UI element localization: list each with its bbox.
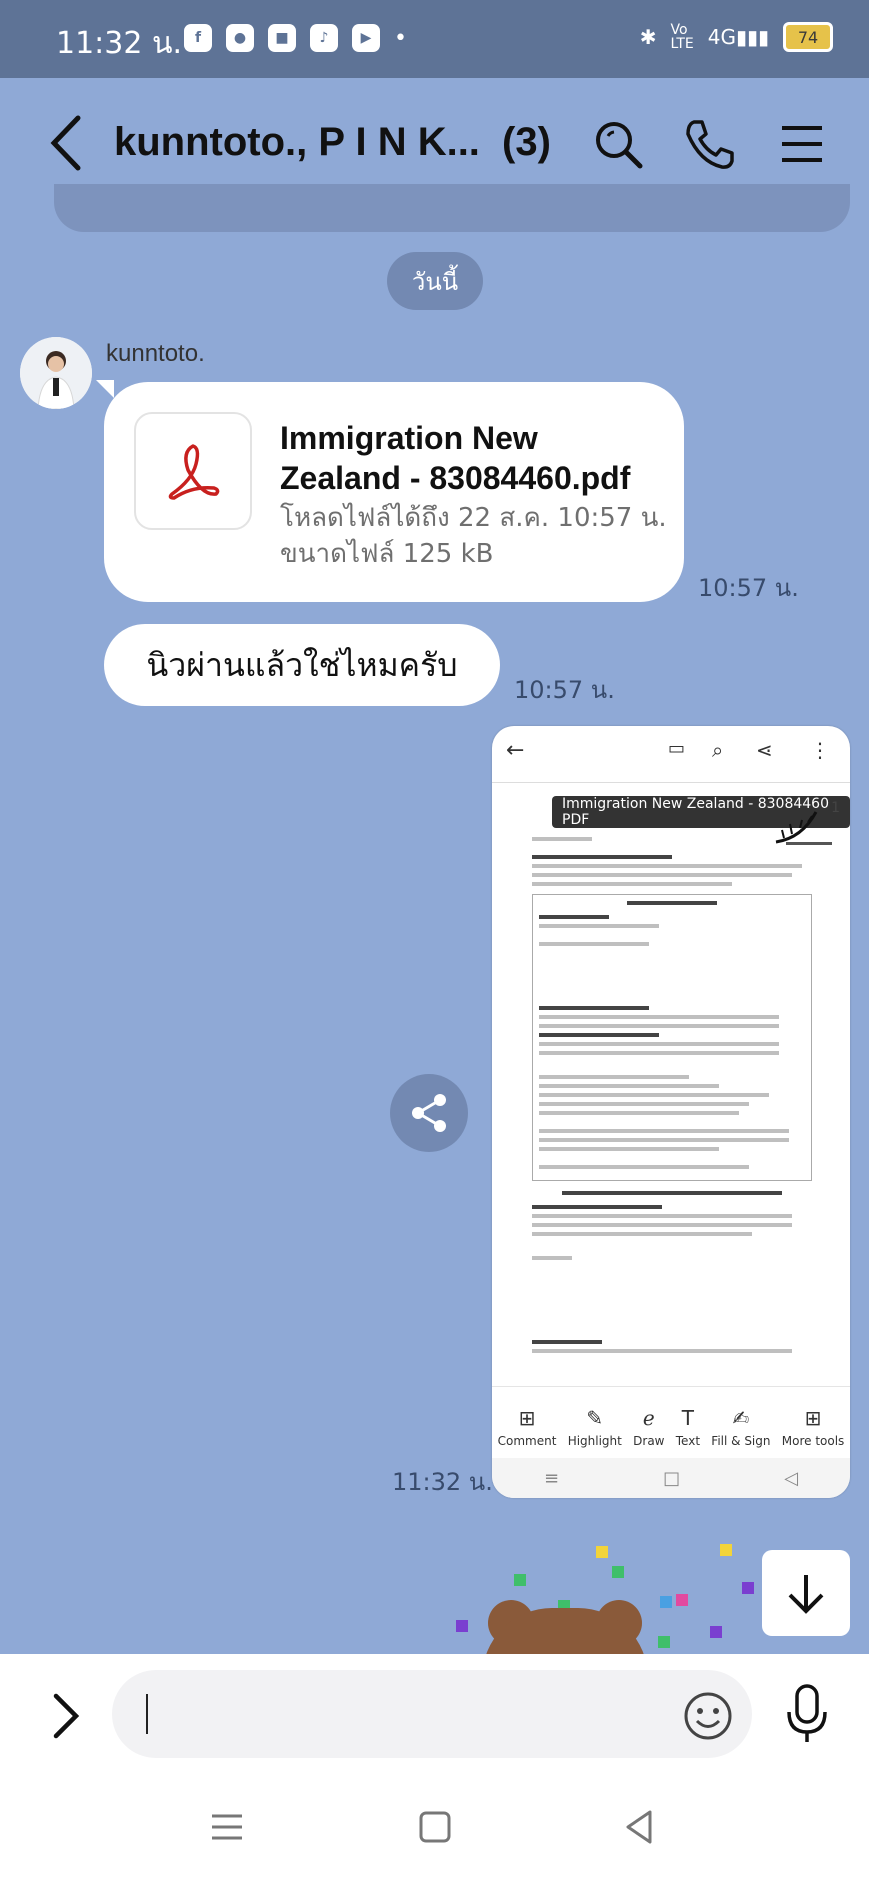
chat-title[interactable]: kunntoto., P I N K... <box>114 120 480 165</box>
confetti-piece <box>720 1544 732 1556</box>
menu-icon[interactable] <box>772 114 832 174</box>
tool-highlight: ✎ Highlight <box>567 1406 622 1448</box>
member-count[interactable]: (3) <box>502 120 551 165</box>
confetti-piece <box>658 1636 670 1648</box>
comment-icon: ▭ <box>668 738 686 759</box>
pdf-system-nav: ≡ □ ◁ <box>492 1458 850 1498</box>
youtube-icon: ▶ <box>352 24 380 52</box>
phone-icon[interactable] <box>680 114 740 174</box>
back-icon: ◁ <box>784 1467 798 1489</box>
system-navigation-bar <box>0 1774 869 1883</box>
confetti-piece <box>612 1566 624 1578</box>
text-message-bubble[interactable]: นิวผ่านแล้วใช่ไหมครับ <box>104 624 500 706</box>
pdf-viewer-toolbar: ← ▭ ⌕ ⋖ ⋮ <box>492 726 850 783</box>
pinned-announcement-banner[interactable] <box>54 184 850 232</box>
tool-fill-sign: ✍ Fill & Sign <box>711 1406 771 1448</box>
back-arrow-icon[interactable] <box>46 108 86 178</box>
confetti-piece <box>660 1596 672 1608</box>
search-icon[interactable] <box>588 114 648 174</box>
sender-name: kunntoto. <box>106 340 205 367</box>
pdf-document-preview <box>532 832 812 1358</box>
message-input-bar <box>0 1654 869 1774</box>
app-icon: ■ <box>268 24 296 52</box>
confetti-piece <box>596 1546 608 1558</box>
status-indicators: ✱ Vo LTE 4G▮▮▮ 74 <box>640 22 833 52</box>
emoji-icon[interactable] <box>682 1690 734 1742</box>
line-icon: ● <box>226 24 254 52</box>
image-message[interactable]: ← ▭ ⌕ ⋖ ⋮ Immigration New Zealand - 8308… <box>492 726 850 1498</box>
file-download-expiry: โหลดไฟล์ได้ถึง 22 ส.ค. 10:57 น. <box>280 503 667 533</box>
share-button[interactable] <box>390 1074 468 1152</box>
confetti-piece <box>676 1594 688 1606</box>
draw-icon: ℯ <box>642 1406 655 1430</box>
avatar[interactable] <box>20 337 92 409</box>
fill-sign-icon: ✍ <box>732 1406 750 1430</box>
share-icon <box>412 1094 446 1132</box>
date-separator: วันนี้ <box>387 252 483 310</box>
comment-icon: ⊞ <box>518 1406 536 1430</box>
back-arrow-icon: ← <box>506 738 525 763</box>
message-input[interactable] <box>112 1670 752 1758</box>
bubble-tail <box>96 380 114 398</box>
message-time: 10:57 น. <box>698 574 799 602</box>
highlight-icon: ✎ <box>586 1406 604 1430</box>
more-icon: ⋮ <box>810 738 830 762</box>
pdf-tools-bar: ⊞ Comment ✎ Highlight ℯ Draw T Text ✍ Fill & … <box>492 1386 850 1456</box>
confetti-piece <box>742 1582 754 1594</box>
file-meta: โหลดไฟล์ได้ถึง 22 ส.ค. 10:57 น. ขนาดไฟล์… <box>280 500 667 572</box>
status-bar: 11:32 น. f ● ■ ♪ ▶ • ✱ Vo LTE 4G▮▮▮ 74 <box>0 0 869 78</box>
4g-signal-icon: 4G▮▮▮ <box>707 25 769 49</box>
home-icon[interactable] <box>410 1802 460 1852</box>
file-message-bubble[interactable]: Immigration New Zealand - 83084460.pdf โ… <box>104 382 684 602</box>
menu-icon: ≡ <box>544 1467 560 1489</box>
file-name: Immigration New Zealand - 83084460.pdf <box>280 420 631 496</box>
search-icon: ⌕ <box>712 738 724 762</box>
confetti-piece <box>710 1626 722 1638</box>
facebook-icon: f <box>184 24 212 52</box>
battery-level: 74 <box>797 27 819 47</box>
more-tools-icon: ⊞ <box>804 1406 822 1430</box>
tool-text: T Text <box>675 1406 701 1448</box>
tool-more: ⊞ More tools <box>781 1406 845 1448</box>
status-app-icons: f ● ■ ♪ ▶ • <box>184 24 407 52</box>
confetti-piece <box>514 1574 526 1586</box>
battery-icon: 74 <box>783 22 833 52</box>
microphone-icon[interactable] <box>782 1682 832 1746</box>
text-caret <box>146 1694 148 1734</box>
back-icon[interactable] <box>616 1802 666 1852</box>
volte-icon: Vo LTE <box>670 22 694 52</box>
scroll-to-bottom-button[interactable] <box>762 1550 850 1636</box>
bluetooth-icon: ✱ <box>639 25 657 49</box>
avatar-image <box>20 337 92 409</box>
more-dot-icon: • <box>394 25 407 51</box>
tool-comment: ⊞ Comment <box>497 1406 557 1448</box>
share-icon: ⋖ <box>756 738 773 762</box>
status-time: 11:32 น. <box>56 26 183 61</box>
message-time: 10:57 น. <box>514 676 615 704</box>
recent-apps-icon[interactable] <box>202 1802 252 1852</box>
message-time: 11:32 น. <box>392 1468 493 1496</box>
tiktok-icon: ♪ <box>310 24 338 52</box>
pdf-icon <box>134 412 252 530</box>
file-size: ขนาดไฟล์ 125 kB <box>280 539 494 569</box>
expand-icon[interactable] <box>46 1688 86 1744</box>
text-icon: T <box>681 1406 694 1430</box>
confetti-piece <box>456 1620 468 1632</box>
home-icon: □ <box>663 1467 681 1489</box>
tool-draw: ℯ Draw <box>633 1406 665 1448</box>
arrow-down-icon <box>788 1575 824 1614</box>
